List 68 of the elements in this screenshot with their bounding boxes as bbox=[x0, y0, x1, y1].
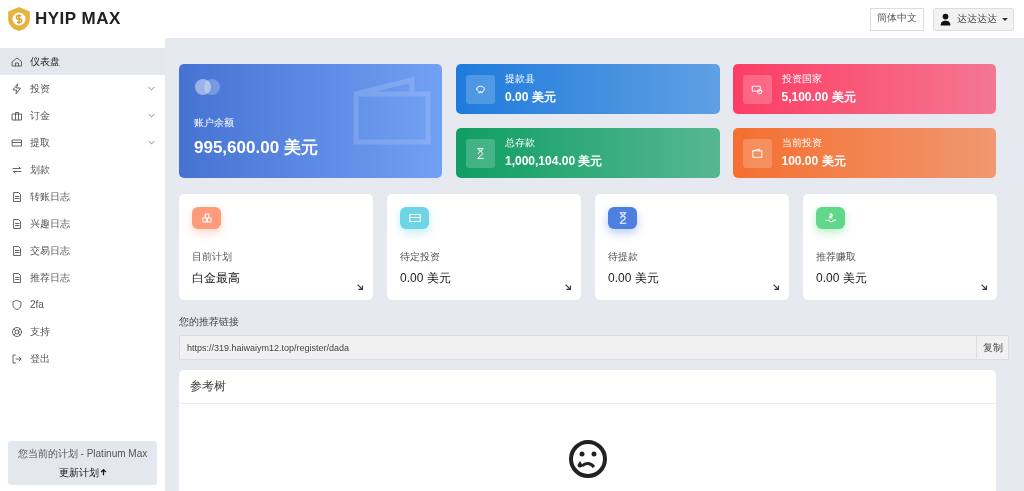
referral-link-label: 您的推荐链接 bbox=[179, 315, 240, 329]
stat-label: 总存款 bbox=[505, 136, 536, 150]
stat-label: 投资国家 bbox=[781, 72, 823, 86]
summary-value: 0.00 美元 bbox=[816, 270, 868, 287]
arrow-down-right-icon[interactable] bbox=[356, 283, 364, 291]
hand-icon bbox=[823, 211, 838, 225]
stat-label: 当前投资 bbox=[781, 136, 823, 150]
sidebar-item[interactable]: 支持 bbox=[0, 318, 165, 345]
user-menu-button[interactable]: 达达达达 bbox=[933, 7, 1014, 31]
arrow-down-right-icon[interactable] bbox=[564, 283, 572, 291]
summary-label: 推荐赚取 bbox=[816, 250, 857, 264]
referral-link-field[interactable]: https://319.haiwaiym12.top/register/dada bbox=[179, 335, 977, 360]
card-icon bbox=[11, 136, 23, 149]
summary-value: 0.00 美元 bbox=[400, 270, 452, 287]
sidebar-item[interactable]: 推荐日志 bbox=[0, 264, 165, 291]
shield-icon bbox=[11, 298, 23, 311]
doc-icon bbox=[11, 244, 23, 257]
brand-name: HYIP MAX bbox=[35, 9, 121, 29]
copy-button[interactable]: 复制 bbox=[977, 335, 1009, 360]
briefcase-icon bbox=[11, 109, 23, 122]
arrow-down-right-icon[interactable] bbox=[772, 283, 780, 291]
circles-icon bbox=[194, 78, 222, 96]
arrow-up-icon bbox=[99, 469, 107, 476]
sidebar-item[interactable]: 订金 bbox=[0, 102, 165, 129]
bolt-icon bbox=[11, 82, 23, 95]
chevron-down-icon bbox=[148, 86, 155, 91]
home-icon bbox=[11, 55, 23, 68]
stat-value: 1,000,104.00 美元 bbox=[505, 153, 603, 170]
sidebar-item[interactable]: 仪表盘 bbox=[0, 48, 165, 75]
language-selector[interactable]: 簡体中文 bbox=[870, 7, 924, 31]
sidebar-item[interactable]: 投资 bbox=[0, 75, 165, 102]
wallet-watermark-icon bbox=[352, 76, 432, 146]
balance-value: 995,600.00 美元 bbox=[194, 137, 319, 159]
sidebar-item[interactable]: 兴趣日志 bbox=[0, 210, 165, 237]
doc-icon bbox=[11, 217, 23, 230]
stat-value: 5,100.00 美元 bbox=[781, 89, 856, 106]
shield-logo-icon bbox=[6, 5, 32, 33]
card-icon bbox=[407, 211, 422, 225]
sad-face-icon bbox=[567, 439, 608, 479]
sidebar-item[interactable]: 划款 bbox=[0, 156, 165, 183]
doc-icon bbox=[11, 271, 23, 284]
sidebar-item[interactable]: 2fa bbox=[0, 291, 165, 318]
upgrade-plan-link[interactable]: 更新计划 bbox=[58, 465, 107, 480]
user-avatar-icon bbox=[939, 12, 952, 26]
chevron-down-icon bbox=[148, 140, 155, 145]
lifebuoy-icon bbox=[11, 325, 23, 338]
stat-label: 提款县 bbox=[505, 72, 536, 86]
sidebar-item[interactable]: 登出 bbox=[0, 345, 165, 372]
balance-label: 账户余额 bbox=[194, 116, 235, 130]
arrow-down-right-icon[interactable] bbox=[980, 283, 988, 291]
summary-label: 待提款 bbox=[608, 250, 639, 264]
summary-value: 0.00 美元 bbox=[608, 270, 660, 287]
summary-label: 目前计划 bbox=[192, 250, 233, 264]
hourglass-icon bbox=[474, 146, 487, 160]
wallet-icon bbox=[750, 146, 764, 160]
stat-value: 0.00 美元 bbox=[505, 89, 556, 106]
logout-icon bbox=[11, 352, 23, 365]
summary-label: 待定投资 bbox=[400, 250, 441, 264]
sidebar-item[interactable]: 转账日志 bbox=[0, 183, 165, 210]
tree-title: 参考树 bbox=[179, 370, 996, 404]
current-plan-text: 您当前的计划 - Platinum Max bbox=[17, 446, 148, 461]
doc-icon bbox=[11, 190, 23, 203]
stat-value: 100.00 美元 bbox=[781, 153, 846, 170]
summary-value: 白金最高 bbox=[192, 270, 241, 287]
sidebar-item[interactable]: 提取 bbox=[0, 129, 165, 156]
sidebar-item[interactable]: 交易日志 bbox=[0, 237, 165, 264]
chevron-down-icon bbox=[148, 113, 155, 118]
boxes-icon bbox=[199, 211, 214, 225]
